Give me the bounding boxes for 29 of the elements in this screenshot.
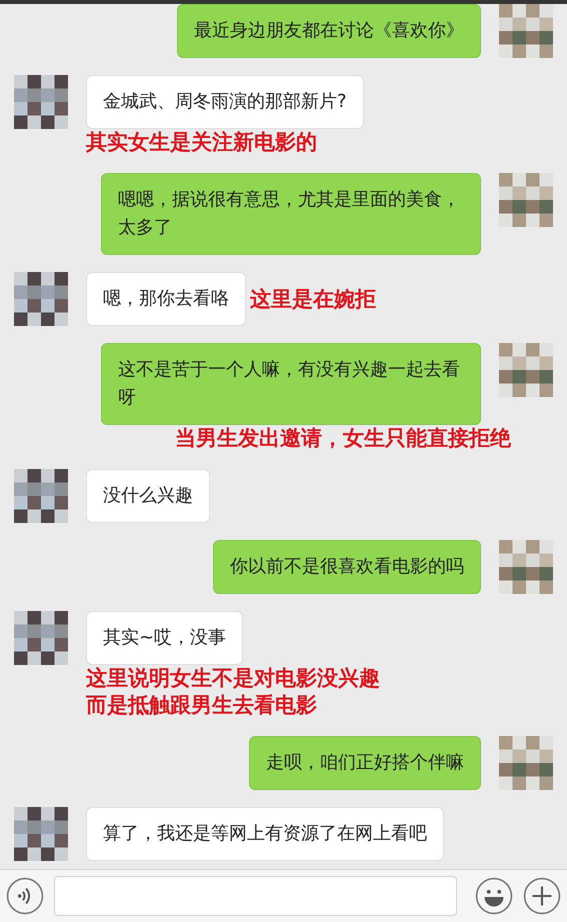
annotation-text: 这里是在婉拒 (250, 286, 376, 312)
message-bubble: 其实~哎，没事 (86, 611, 244, 665)
avatar (499, 173, 553, 227)
message-bubble: 这不是苦于一个人嘛，有没有兴趣一起去看呀 (101, 343, 481, 425)
avatar (499, 736, 553, 790)
emoji-icon[interactable] (475, 877, 513, 915)
message-bubble: 没什么兴趣 (86, 469, 210, 523)
avatar (14, 469, 68, 523)
plus-icon[interactable] (523, 877, 561, 915)
avatar (14, 611, 68, 665)
annotation-text: 而是抵触跟男生去看电影 (86, 692, 318, 719)
message-bubble: 算了，我还是等网上有资源了在网上看吧 (86, 807, 444, 861)
annotation-text: 这里说明女生不是对电影没兴趣 (86, 665, 380, 692)
avatar (14, 272, 68, 326)
annotation-text: 当男生发出邀请，女生只能直接拒绝 (175, 425, 511, 452)
avatar (499, 343, 553, 397)
avatar (14, 807, 68, 861)
message-input[interactable] (54, 876, 457, 916)
message-bubble: 最近身边朋友都在讨论《喜欢你》 (177, 4, 481, 58)
avatar (499, 4, 553, 58)
voice-icon[interactable] (6, 877, 44, 915)
message-bubble: 你以前不是很喜欢看电影的吗 (213, 540, 481, 594)
message-bubble: 嗯嗯，据说很有意思，尤其是里面的美食，太多了 (101, 173, 481, 255)
message-bubble: 嗯，那你去看咯 (86, 272, 246, 326)
message-bubble: 走呗，咱们正好搭个伴嘛 (249, 736, 481, 790)
message-bubble: 金城武、周冬雨演的那部新片? (86, 75, 364, 129)
avatar (14, 75, 68, 129)
avatar (499, 540, 553, 594)
annotation-text: 其实女生是关注新电影的 (86, 129, 318, 156)
